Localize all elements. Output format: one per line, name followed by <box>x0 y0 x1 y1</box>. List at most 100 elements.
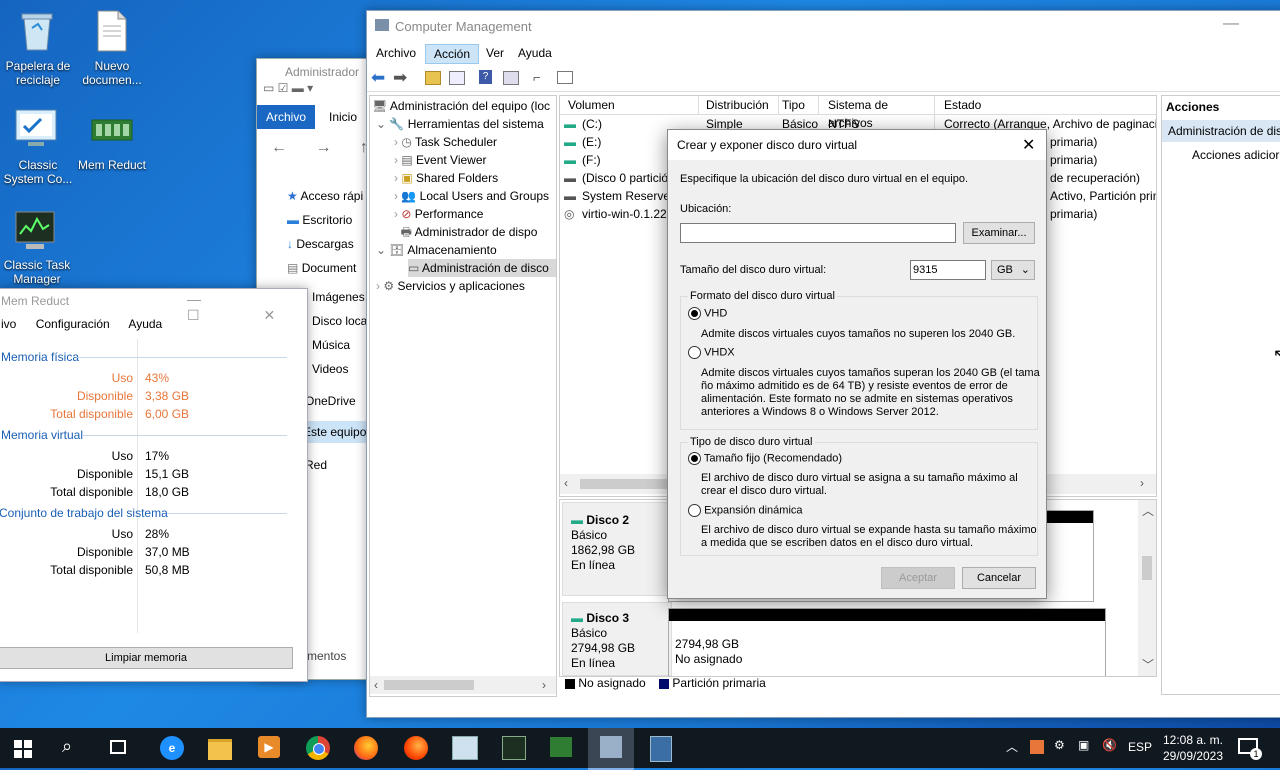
vhd-radio[interactable]: VHD <box>688 307 727 320</box>
tab-inicio[interactable]: Inicio <box>321 105 365 129</box>
chevron-down-icon: ⌄ <box>1020 264 1030 276</box>
desktop-icon-label: Papelera de reciclaje <box>5 59 71 87</box>
disk-2-info[interactable]: ▬ Disco 2 Básico 1862,98 GB En línea <box>562 502 672 596</box>
tree-item[interactable]: ⌄ 🗄 Almacenamiento <box>376 241 497 259</box>
disk-3-partition[interactable]: 2794,98 GB No asignado <box>668 608 1106 676</box>
accept-button[interactable]: Aceptar <box>881 567 955 589</box>
mem-reduct-menu[interactable]: ivo Configuración Ayuda <box>1 317 162 331</box>
tree-item[interactable]: 🖶 Administrador de dispo <box>394 223 538 241</box>
col-distribucion[interactable]: Distribución <box>706 96 779 114</box>
menu-item[interactable]: ivo <box>1 317 16 331</box>
back-icon[interactable]: ⬅ <box>371 68 385 88</box>
explorer-nav-arrows[interactable]: ← → ↑ <box>271 139 380 157</box>
mem-reduct-icon[interactable] <box>90 114 134 146</box>
section-title: Memoria virtual <box>1 428 84 442</box>
help-icon[interactable]: ? <box>479 70 492 84</box>
tray-app-icon[interactable] <box>1030 740 1044 754</box>
nav-item[interactable]: Música <box>312 338 350 352</box>
edge-icon[interactable]: e <box>160 736 184 760</box>
stat-label: Total disponible <box>50 407 133 421</box>
tree-item-root[interactable]: 🖥 Administración del equipo (loc <box>372 97 550 115</box>
cancel-button[interactable]: Cancelar <box>962 567 1036 589</box>
start-button[interactable] <box>14 740 32 758</box>
size-input[interactable] <box>910 260 986 280</box>
calculator-icon[interactable] <box>650 736 672 762</box>
radio-icon[interactable] <box>688 504 701 517</box>
language-indicator[interactable]: ESP <box>1128 740 1152 754</box>
media-player-icon[interactable]: ▶ <box>258 736 280 758</box>
firefox-icon[interactable] <box>354 736 378 760</box>
browse-button[interactable]: Examinar... <box>963 222 1035 244</box>
tree-item[interactable]: › ▤ Event Viewer <box>394 151 487 169</box>
tree-item-selected[interactable]: ▭ Administración de disco <box>408 259 556 277</box>
tray-chevron-up-icon[interactable]: ︿ <box>1006 738 1018 755</box>
nav-item[interactable]: OneDrive <box>305 394 356 408</box>
location-input[interactable] <box>680 223 956 243</box>
radio-selected-icon[interactable] <box>688 307 701 320</box>
tray-device-icon[interactable]: ⚙ <box>1054 738 1065 752</box>
col-tipo[interactable]: Tipo <box>782 96 819 114</box>
stat-label: Disponible <box>76 467 133 481</box>
dynamic-expansion-radio[interactable]: Expansión dinámica <box>688 504 803 517</box>
tree-item[interactable]: › ▣ Shared Folders <box>394 169 498 187</box>
volume-muted-icon[interactable]: 🔇 <box>1102 738 1117 752</box>
actions-more[interactable]: Acciones adicior <box>1192 148 1279 162</box>
nav-item[interactable]: Videos <box>312 362 348 376</box>
fixed-size-radio[interactable]: Tamaño fijo (Recomendado) <box>688 452 842 465</box>
forward-icon[interactable]: ➡ <box>393 68 407 88</box>
task-view-icon[interactable] <box>110 740 126 754</box>
section-line <box>77 357 287 358</box>
tree-item[interactable]: › 👥 Local Users and Groups <box>394 187 549 205</box>
tab-archivo[interactable]: Archivo <box>257 105 315 129</box>
col-estado[interactable]: Estado <box>944 96 981 114</box>
connect-icon[interactable]: ⌐ <box>533 70 541 85</box>
up-folder-icon[interactable] <box>425 71 441 85</box>
tree-hscrollbar[interactable]: ‹ › <box>370 676 556 694</box>
unit-select[interactable]: GB ⌄ <box>991 260 1035 280</box>
actions-section[interactable]: Administración de dis <box>1162 120 1280 142</box>
disk-3-info[interactable]: ▬ Disco 3 Básico 2794,98 GB En línea <box>562 602 672 676</box>
document-icon[interactable] <box>96 10 128 52</box>
control-panel-task-icon[interactable] <box>452 736 478 760</box>
vhdx-radio[interactable]: VHDX <box>688 346 735 359</box>
location-label: Ubicación: <box>680 203 732 215</box>
file-explorer-icon[interactable] <box>208 739 232 760</box>
disk-vscrollbar[interactable]: ︿ ﹀ <box>1138 500 1156 676</box>
task-manager-task-icon[interactable] <box>502 736 526 760</box>
show-hide-tree-icon[interactable] <box>449 71 465 85</box>
tree-item[interactable]: › ⊘ Performance <box>394 205 483 223</box>
stat-value: 28% <box>145 527 170 541</box>
menu-ver[interactable]: Ver <box>486 42 504 64</box>
menu-archivo[interactable]: Archivo <box>376 42 416 64</box>
close-icon[interactable]: ✕ <box>1022 135 1035 155</box>
menu-item[interactable]: Ayuda <box>128 317 162 331</box>
control-panel-icon[interactable] <box>14 106 58 154</box>
mem-reduct-task-icon[interactable] <box>550 737 572 757</box>
computer-management-task-icon[interactable] <box>588 728 634 770</box>
radio-selected-icon[interactable] <box>688 452 701 465</box>
properties-icon[interactable] <box>503 71 519 85</box>
column-divider <box>137 339 138 633</box>
menu-ayuda[interactable]: Ayuda <box>518 42 552 64</box>
menu-item[interactable]: Configuración <box>36 317 110 331</box>
minimize-icon[interactable]: — <box>1223 15 1239 33</box>
list-view-icon[interactable] <box>557 71 573 84</box>
nav-item[interactable]: Disco loca <box>312 314 367 328</box>
search-icon[interactable]: ⌕ <box>62 736 72 757</box>
tree-item[interactable]: › ◷ Task Scheduler <box>394 133 497 151</box>
nav-item[interactable]: Red <box>305 458 327 472</box>
tree-item[interactable]: ⌄ 🔧 Herramientas del sistema <box>376 115 544 133</box>
col-volumen[interactable]: Volumen <box>568 96 699 114</box>
window-controls[interactable]: — ☐ ✕ <box>187 291 307 324</box>
firefox-dev-icon[interactable] <box>404 736 428 760</box>
tree-item[interactable]: › ⚙ Servicios y aplicaciones <box>376 277 525 295</box>
menu-accion[interactable]: Acción <box>425 44 480 64</box>
task-manager-icon[interactable] <box>12 210 58 256</box>
clean-memory-button[interactable]: Limpiar memoria <box>0 647 293 669</box>
network-icon[interactable]: ▣ <box>1078 738 1089 752</box>
recycle-bin-icon[interactable] <box>18 8 56 52</box>
chrome-icon[interactable] <box>306 736 330 760</box>
clock[interactable]: 12:08 a. m. 29/09/2023 <box>1158 732 1228 764</box>
radio-icon[interactable] <box>688 346 701 359</box>
nav-item[interactable]: Imágenes <box>312 290 365 304</box>
